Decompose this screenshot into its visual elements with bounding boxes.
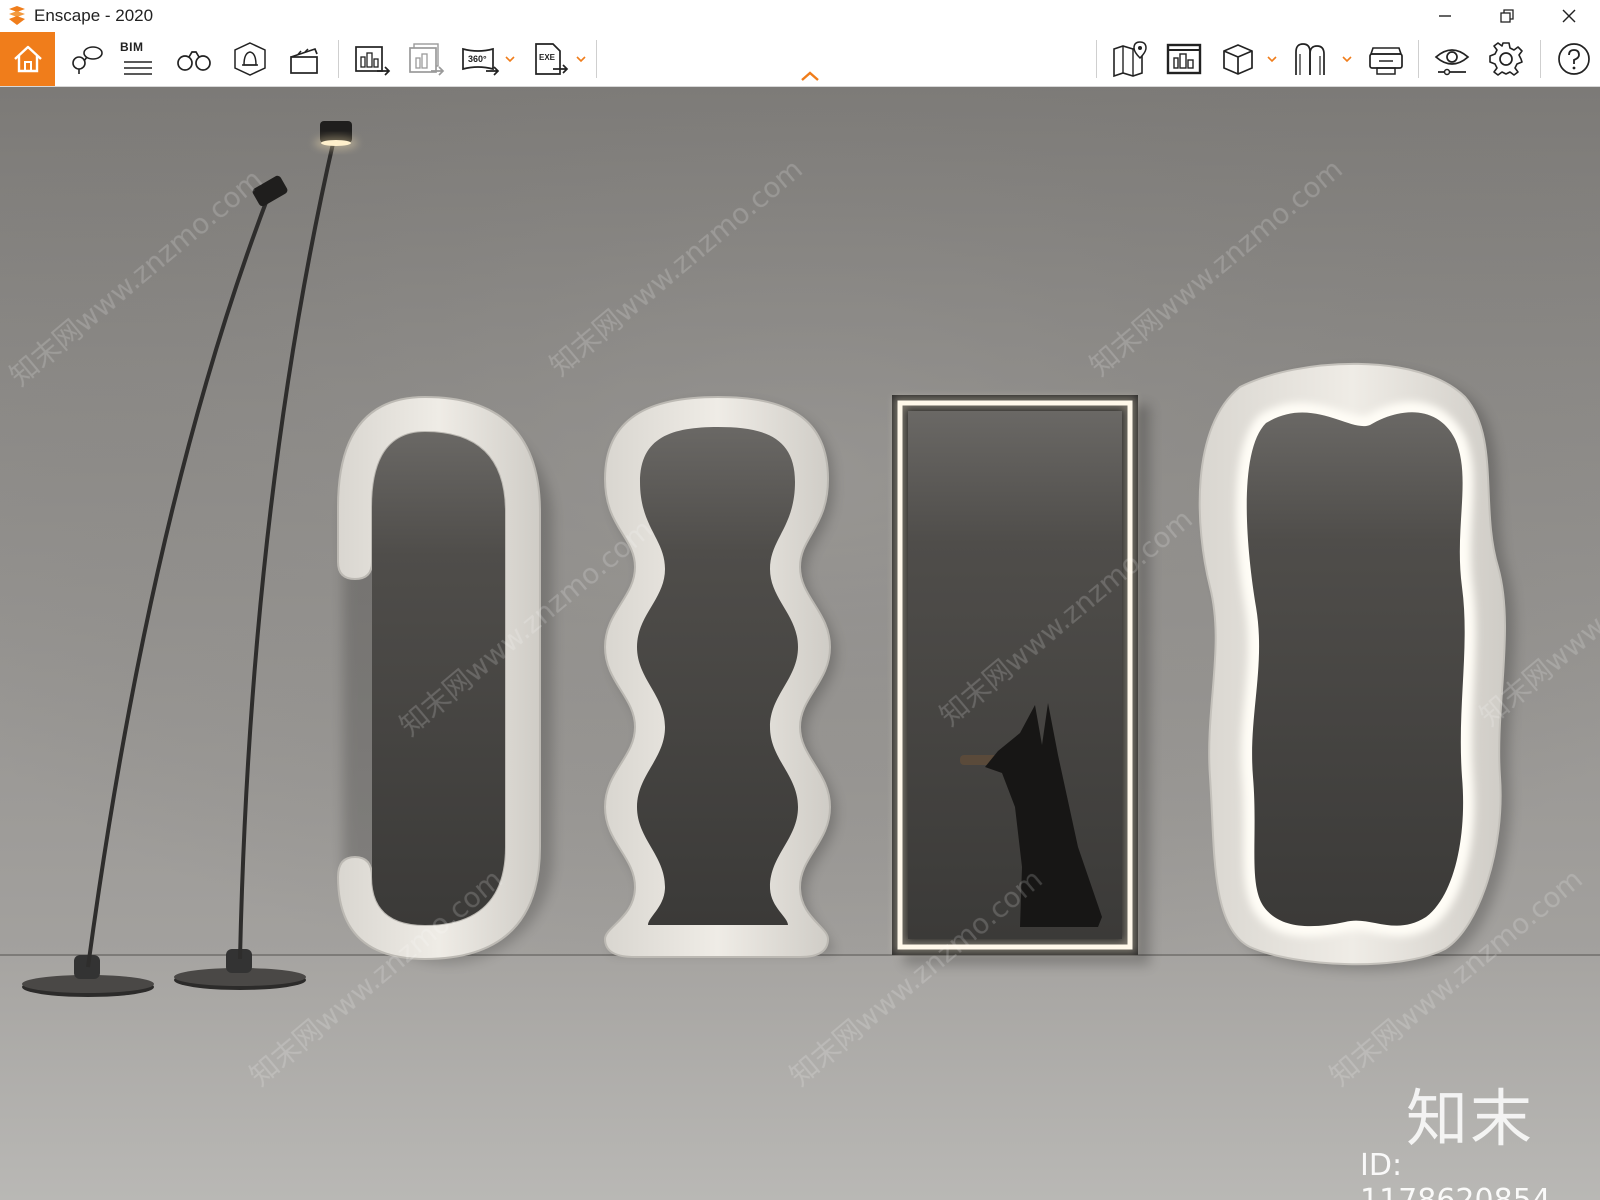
chevron-down-icon [505, 56, 515, 63]
render-viewport[interactable]: 知末网www.znzmo.com 知末网www.znzmo.com 知末网www… [0, 87, 1600, 1200]
map-pin-icon [1113, 41, 1147, 78]
restore-button[interactable] [1476, 0, 1538, 32]
toolbar-separator [1540, 40, 1541, 78]
toolbar-separator [1096, 40, 1097, 78]
location-chat-icon [72, 46, 103, 74]
home-icon [13, 45, 42, 73]
window-title: Enscape - 2020 [34, 6, 154, 25]
close-button[interactable] [1538, 0, 1600, 32]
bim-button[interactable]: BIM [116, 32, 160, 86]
cube-icon [1223, 44, 1253, 75]
minimize-icon [1439, 15, 1451, 17]
object-dropdown-toggle[interactable] [1265, 32, 1279, 86]
collapse-toolbar-icon[interactable] [798, 68, 822, 84]
title-bar: Enscape - 2020 [0, 0, 1600, 32]
bell-button[interactable] [226, 32, 274, 86]
export-button[interactable]: EXE [526, 32, 574, 86]
binoculars-icon [177, 51, 211, 71]
panorama-dropdown-toggle[interactable] [503, 32, 517, 86]
watermark-id: ID: 1178620854 [1360, 1148, 1551, 1200]
visual-settings-button[interactable] [1428, 32, 1476, 86]
panorama-360-icon: 360° [462, 47, 500, 76]
asset-library-button[interactable] [1160, 32, 1208, 86]
vr-button[interactable] [1362, 32, 1410, 86]
vr-headset-icon [1369, 47, 1403, 75]
main-toolbar: BIM 360° EXE [0, 32, 1600, 87]
views-button[interactable] [62, 32, 110, 86]
minimize-button[interactable] [1414, 0, 1476, 32]
chevron-down-icon [1342, 56, 1352, 63]
eye-settings-icon [1434, 49, 1470, 76]
help-button[interactable] [1550, 32, 1598, 86]
bell-icon [234, 42, 266, 76]
mirror-organic [1198, 362, 1515, 971]
material-editor-icon [1295, 43, 1325, 75]
render-image-icon [355, 46, 391, 76]
watermark-logo: 知末 [1406, 1082, 1535, 1155]
material-dropdown-toggle[interactable] [1340, 32, 1354, 86]
panorama-button[interactable]: 360° [456, 32, 504, 86]
binoculars-button[interactable] [170, 32, 218, 86]
asset-library-icon [1166, 43, 1202, 75]
batch-render-icon [409, 43, 445, 76]
gear-icon [1489, 42, 1523, 76]
panorama-label: 360° [468, 54, 487, 64]
enscape-logo-icon [9, 6, 25, 25]
toolbar-separator [338, 40, 339, 78]
chevron-down-icon [576, 56, 586, 63]
export-dropdown-toggle[interactable] [574, 32, 588, 86]
material-editor-button[interactable] [1288, 32, 1336, 86]
export-exe-icon: EXE [535, 43, 569, 75]
map-button[interactable] [1106, 32, 1154, 86]
export-label: EXE [539, 53, 556, 62]
help-icon [1558, 43, 1590, 75]
bim-label: BIM [120, 40, 144, 54]
close-icon [1562, 9, 1576, 23]
home-button[interactable] [0, 32, 55, 86]
window-controls [1414, 0, 1600, 32]
toolbar-separator [1418, 40, 1419, 78]
mirror-wavy [603, 395, 836, 958]
settings-button[interactable] [1482, 32, 1530, 86]
object-button[interactable] [1214, 32, 1262, 86]
chevron-down-icon [1267, 56, 1277, 63]
scene-render: 知末网www.znzmo.com 知末网www.znzmo.com 知末网www… [0, 87, 1600, 1200]
restore-icon [1500, 9, 1514, 23]
video-editor-button[interactable] [280, 32, 328, 86]
batch-render-button[interactable] [402, 32, 450, 86]
render-image-button[interactable] [348, 32, 396, 86]
clapperboard-icon [290, 47, 318, 74]
toolbar-separator [596, 40, 597, 78]
